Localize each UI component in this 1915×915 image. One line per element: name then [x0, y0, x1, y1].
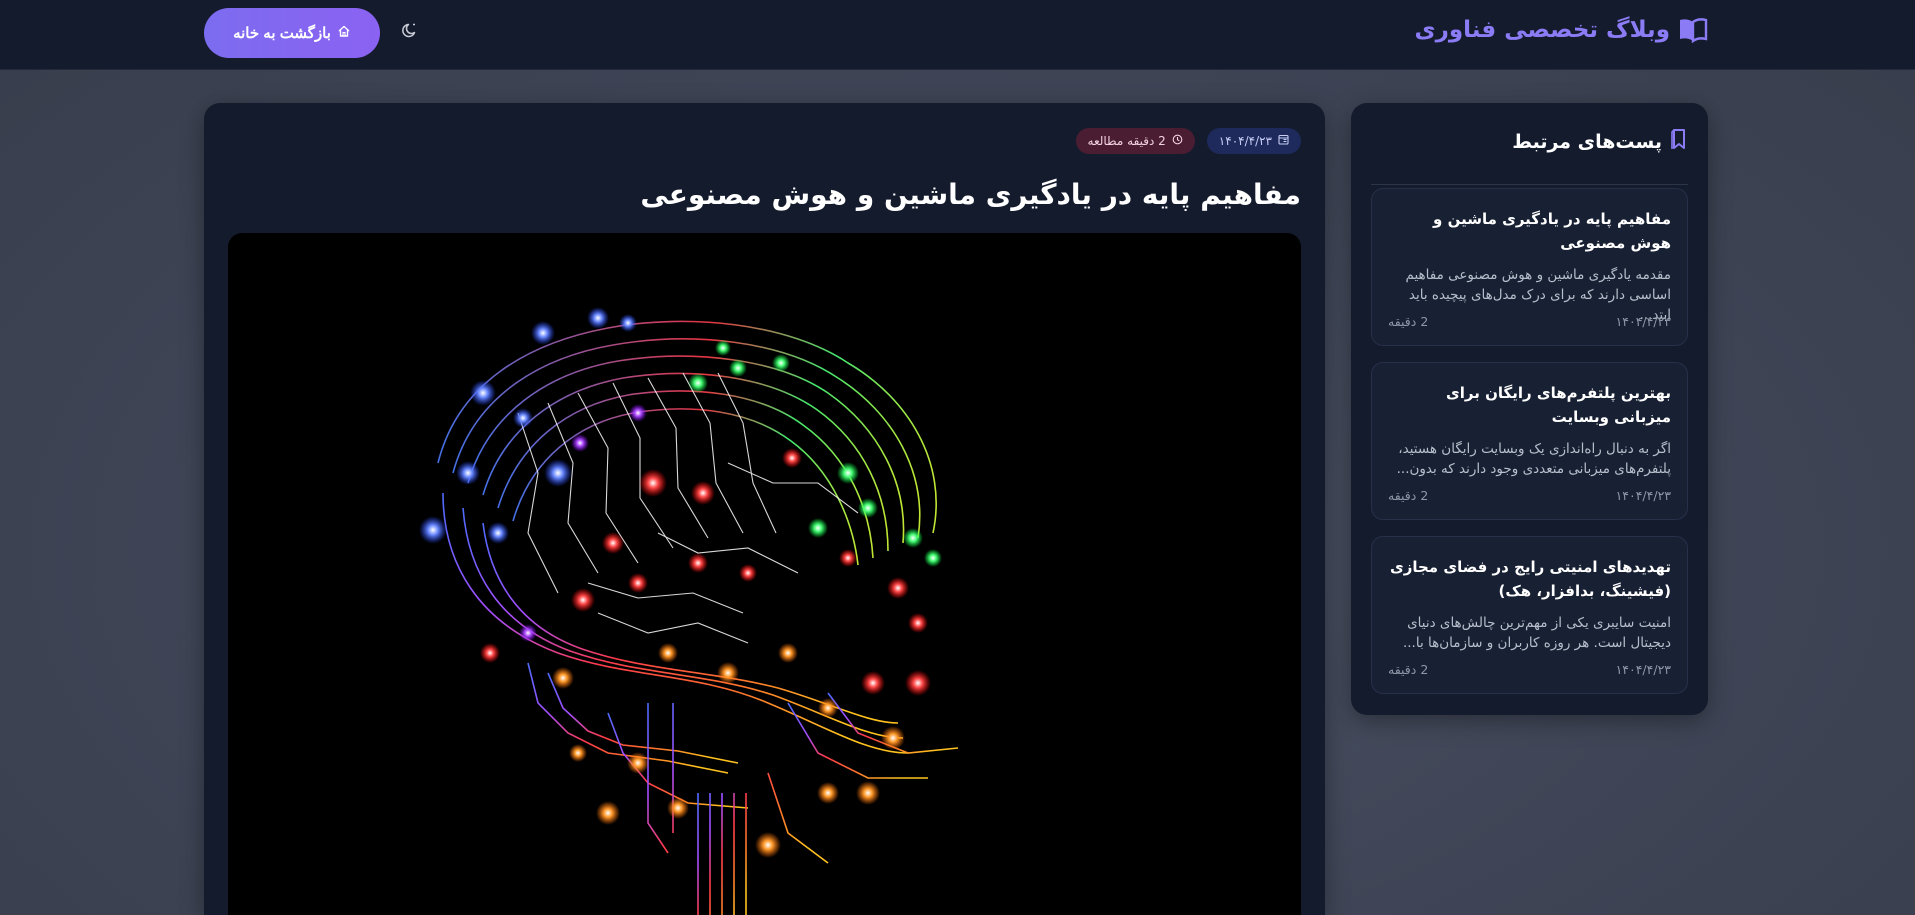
related-post-date: ۱۴۰۴/۴/۲۳ [1615, 314, 1671, 329]
article-date: ۱۴۰۴/۴/۲۳ [1218, 134, 1272, 148]
related-post-date: ۱۴۰۴/۴/۲۳ [1615, 488, 1671, 503]
article-meta: ۱۴۰۴/۴/۲۳ 2 دقیقه مطالعه [1075, 128, 1301, 154]
calendar-icon [1278, 134, 1289, 148]
related-post-reading-time: 2 دقیقه [1388, 488, 1429, 503]
article-card: ۱۴۰۴/۴/۲۳ 2 دقیقه مطالعه مفاهیم پایه در … [204, 103, 1325, 915]
back-home-button[interactable]: بازگشت به خانه [204, 8, 380, 58]
related-posts-title: پست‌های مرتبط [1512, 131, 1662, 153]
article-reading-time: 2 دقیقه مطالعه [1087, 134, 1166, 148]
related-post-card[interactable]: مفاهیم پایه در یادگیری ماشین و هوش مصنوع… [1371, 188, 1688, 346]
open-book-icon [1678, 15, 1708, 45]
moon-icon [401, 21, 419, 43]
brand[interactable]: وبلاگ تخصصی فناوری [1415, 14, 1708, 46]
site-title: وبلاگ تخصصی فناوری [1414, 17, 1670, 43]
related-post-reading-time: 2 دقیقه [1388, 314, 1429, 329]
related-post-title[interactable]: مفاهیم پایه در یادگیری ماشین و هوش مصنوع… [1388, 207, 1671, 255]
related-post-excerpt: امنیت سایبری یکی از مهم‌ترین چالش‌های دن… [1402, 615, 1671, 651]
related-post-reading-time: 2 دقیقه [1388, 662, 1429, 677]
related-post-date: ۱۴۰۴/۴/۲۳ [1615, 662, 1671, 677]
bookmark-icon [1670, 128, 1688, 154]
related-post-title[interactable]: تهدیدهای امنیتی رایج در فضای مجازی (فیشی… [1388, 555, 1671, 603]
back-home-label: بازگشت به خانه [233, 25, 331, 42]
reading-time-badge: 2 دقیقه مطالعه [1075, 128, 1195, 154]
related-post-title[interactable]: بهترین پلتفرم‌های رایگان برای میزبانی وب… [1388, 381, 1671, 429]
date-badge: ۱۴۰۴/۴/۲۳ [1206, 128, 1301, 154]
top-navbar: وبلاگ تخصصی فناوری بازگشت به خانه [0, 0, 1915, 70]
theme-toggle-button[interactable] [396, 18, 424, 46]
related-post-excerpt: اگر به دنبال راه‌اندازی یک وبسایت رایگان… [1396, 441, 1671, 477]
related-post-meta: ۱۴۰۴/۴/۲۳ 2 دقیقه [1388, 488, 1671, 503]
clock-icon [1172, 134, 1183, 148]
article-title: مفاهیم پایه در یادگیری ماشین و هوش مصنوع… [640, 178, 1301, 211]
related-post-card[interactable]: تهدیدهای امنیتی رایج در فضای مجازی (فیشی… [1371, 536, 1688, 694]
related-post-card[interactable]: بهترین پلتفرم‌های رایگان برای میزبانی وب… [1371, 362, 1688, 520]
related-post-meta: ۱۴۰۴/۴/۲۳ 2 دقیقه [1388, 314, 1671, 329]
home-icon [337, 24, 351, 42]
circuit-brain-image [228, 233, 1301, 915]
related-posts-sidebar: پست‌های مرتبط مفاهیم پایه در یادگیری ماش… [1351, 103, 1708, 715]
related-posts-header: پست‌های مرتبط [1371, 123, 1688, 185]
related-post-meta: ۱۴۰۴/۴/۲۳ 2 دقیقه [1388, 662, 1671, 677]
